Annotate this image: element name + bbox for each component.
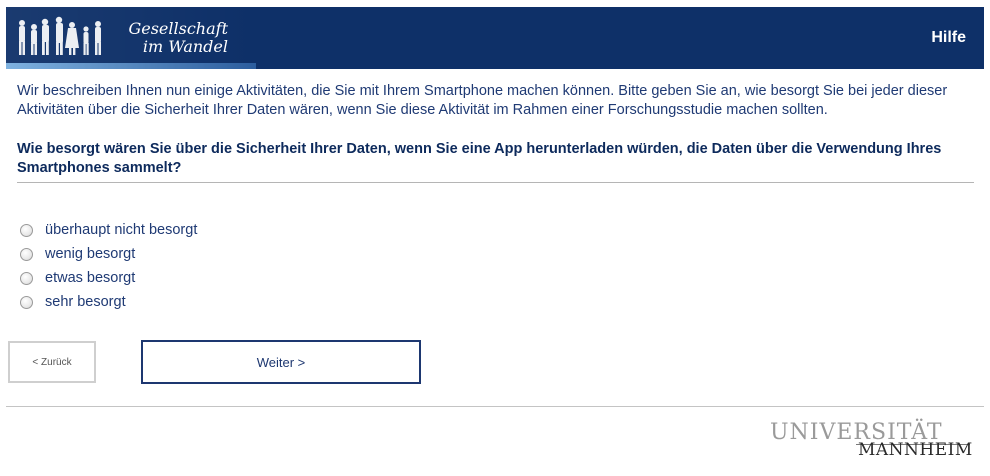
back-button[interactable]: < Zurück <box>8 341 96 383</box>
header-bar: Gesellschaft im Wandel Hilfe <box>6 7 984 69</box>
option-label[interactable]: sehr besorgt <box>45 294 126 310</box>
answer-options: überhaupt nicht besorgt wenig besorgt et… <box>20 218 197 314</box>
footer-divider <box>6 406 984 407</box>
logo-line-1: Gesellschaft <box>128 19 228 38</box>
option-ueberhaupt-nicht-besorgt[interactable]: überhaupt nicht besorgt <box>20 218 197 242</box>
option-label[interactable]: etwas besorgt <box>45 270 135 286</box>
logo-mannheim: MANNHEIM <box>858 440 973 460</box>
university-logo: UNIVERSITÄT MANNHEIM <box>770 420 973 460</box>
people-silhouettes-icon <box>19 16 101 55</box>
radio-button[interactable] <box>20 295 33 309</box>
radio-button[interactable] <box>20 247 33 261</box>
option-sehr-besorgt[interactable]: sehr besorgt <box>20 290 197 314</box>
logo-line-2: im Wandel <box>142 37 228 56</box>
logo-text: Gesellschaft im Wandel <box>116 20 228 56</box>
option-label[interactable]: wenig besorgt <box>45 246 135 262</box>
option-label[interactable]: überhaupt nicht besorgt <box>45 222 197 238</box>
help-link[interactable]: Hilfe <box>931 29 966 47</box>
option-etwas-besorgt[interactable]: etwas besorgt <box>20 266 197 290</box>
radio-button[interactable] <box>20 223 33 237</box>
option-wenig-besorgt[interactable]: wenig besorgt <box>20 242 197 266</box>
question-text: Wie besorgt wären Sie über die Sicherhei… <box>17 141 942 176</box>
radio-button[interactable] <box>20 271 33 285</box>
next-button[interactable]: Weiter > <box>141 340 421 384</box>
question-divider <box>17 182 974 183</box>
intro-text: Wir beschreiben Ihnen nun einige Aktivit… <box>17 83 948 118</box>
